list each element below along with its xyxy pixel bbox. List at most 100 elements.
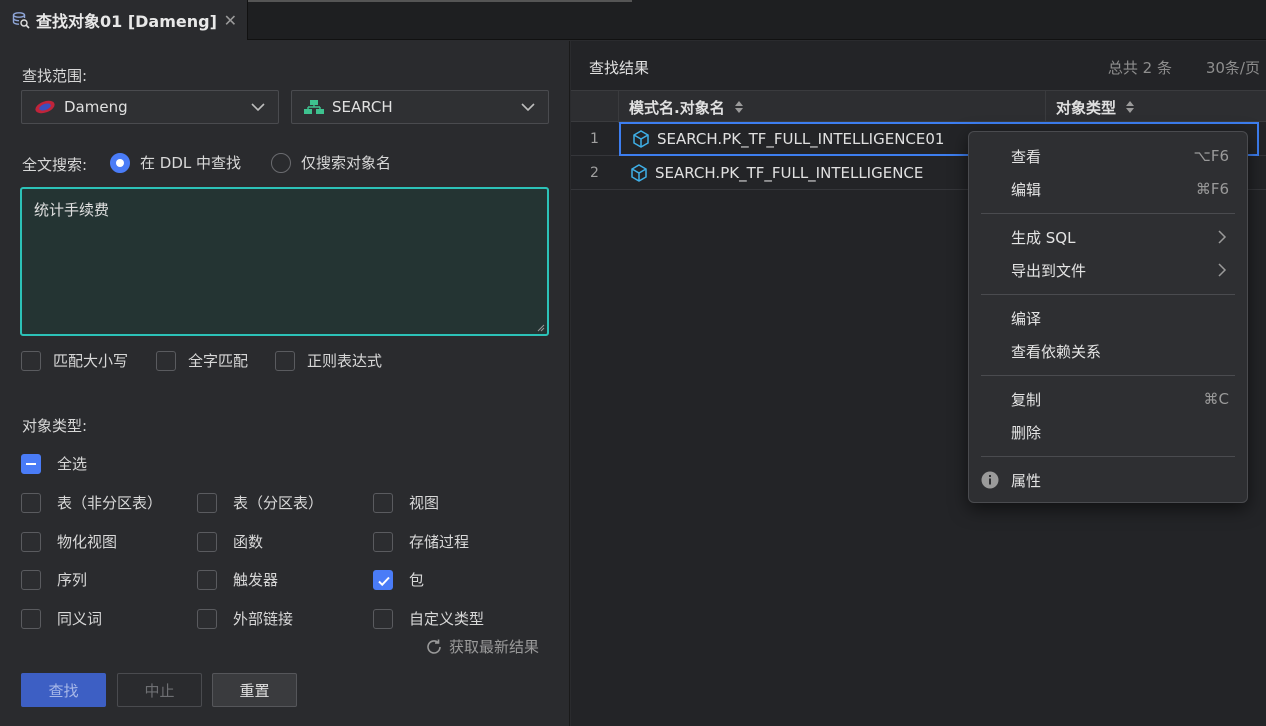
reset-button[interactable]: 重置 — [212, 673, 297, 707]
radio-search-ddl[interactable]: 在 DDL 中查找 — [110, 152, 241, 173]
menu-deps-label: 查看依赖关系 — [1011, 342, 1102, 361]
menu-export-label: 导出到文件 — [1011, 261, 1087, 280]
resize-grip-icon[interactable] — [535, 322, 545, 332]
radio-unchecked-icon — [271, 152, 291, 173]
radio-name-only[interactable]: 仅搜索对象名 — [271, 152, 391, 173]
menu-item-generate-sql[interactable]: 生成 SQL — [969, 222, 1247, 252]
menu-delete-label: 删除 — [1011, 423, 1042, 442]
checkbox-box — [197, 608, 217, 629]
results-table-header: 模式名.对象名 对象类型 — [571, 90, 1266, 123]
tab-divider — [248, 0, 632, 2]
radio-ddl-label: 在 DDL 中查找 — [140, 154, 241, 172]
menu-item-delete[interactable]: 删除 — [969, 417, 1247, 447]
type-checkbox[interactable]: 同义词 — [21, 608, 102, 629]
type-checkbox[interactable]: 外部链接 — [197, 608, 293, 629]
column-header-name[interactable]: 模式名.对象名 — [618, 91, 1045, 123]
menu-item-compile[interactable]: 编译 — [969, 303, 1247, 333]
datasource-select[interactable]: Dameng — [21, 90, 279, 124]
checkbox-box — [373, 531, 393, 552]
regex-checkbox[interactable]: 正则表达式 — [275, 350, 382, 371]
type-label: 表（非分区表） — [57, 494, 163, 512]
refresh-results-link[interactable]: 获取最新结果 — [425, 636, 539, 657]
checkbox-box — [197, 569, 217, 590]
type-checkbox[interactable]: 触发器 — [197, 569, 278, 590]
type-checkbox[interactable]: 函数 — [197, 531, 263, 552]
column-header-type[interactable]: 对象类型 — [1045, 91, 1266, 123]
type-checkbox[interactable]: 自定义类型 — [373, 608, 484, 629]
checkbox-box — [373, 492, 393, 513]
row-name-text: SEARCH.PK_TF_FULL_INTELLIGENCE — [655, 164, 924, 182]
stop-button[interactable]: 中止 — [117, 673, 202, 707]
results-total: 总共 2 条 — [1107, 59, 1172, 77]
menu-item-edit[interactable]: 编辑 ⌘F6 — [969, 174, 1247, 204]
sort-icon[interactable] — [733, 100, 745, 114]
page-size-select[interactable]: 30条/页 — [1206, 57, 1260, 78]
results-title: 查找结果 — [589, 59, 650, 77]
checkbox-box — [156, 350, 176, 371]
database-search-icon — [12, 12, 30, 29]
type-checkbox-package[interactable]: 包 — [373, 569, 424, 590]
type-label: 视图 — [409, 494, 440, 512]
whole-word-label: 全字匹配 — [188, 352, 249, 370]
menu-item-dependencies[interactable]: 查看依赖关系 — [969, 336, 1247, 366]
schema-select[interactable]: SEARCH — [291, 90, 549, 124]
search-query-input[interactable]: 统计手续费 — [20, 187, 549, 336]
menu-separator — [981, 456, 1235, 457]
tab-close-icon[interactable]: ✕ — [224, 11, 237, 30]
menu-item-copy[interactable]: 复制 ⌘C — [969, 384, 1247, 414]
menu-item-view[interactable]: 查看 ⌥F6 — [969, 141, 1247, 171]
object-type-label: 对象类型: — [22, 417, 88, 435]
type-label: 自定义类型 — [409, 610, 485, 628]
column-type-label: 对象类型 — [1056, 98, 1117, 117]
refresh-label: 获取最新结果 — [449, 638, 540, 656]
search-button[interactable]: 查找 — [21, 673, 106, 707]
checkbox-box — [21, 492, 41, 513]
row-number: 2 — [590, 165, 599, 181]
checkbox-box — [275, 350, 295, 371]
match-case-label: 匹配大小写 — [53, 352, 129, 370]
menu-separator — [981, 213, 1235, 214]
type-checkbox[interactable]: 表（分区表） — [197, 492, 323, 513]
menu-view-shortcut: ⌥F6 — [1193, 147, 1229, 165]
checkbox-box — [21, 350, 41, 371]
checkbox-box — [373, 608, 393, 629]
menu-edit-label: 编辑 — [1011, 180, 1042, 199]
column-name-label: 模式名.对象名 — [629, 98, 725, 117]
checkbox-box — [21, 608, 41, 629]
menu-item-export[interactable]: 导出到文件 — [969, 255, 1247, 285]
type-checkbox[interactable]: 存储过程 — [373, 531, 469, 552]
sort-icon[interactable] — [1124, 100, 1136, 114]
tab-title: 查找对象01 [Dameng] — [36, 12, 217, 31]
menu-item-properties[interactable]: 属性 — [969, 465, 1247, 495]
type-checkbox[interactable]: 物化视图 — [21, 531, 117, 552]
row-name-cell[interactable]: SEARCH.PK_TF_FULL_INTELLIGENCE — [619, 156, 923, 190]
type-label: 序列 — [57, 571, 88, 589]
match-case-checkbox[interactable]: 匹配大小写 — [21, 350, 128, 371]
chevron-right-icon — [1218, 230, 1227, 244]
package-cube-icon — [633, 130, 649, 148]
select-all-label: 全选 — [57, 455, 88, 473]
tab-find-objects[interactable]: 查找对象01 [Dameng] ✕ — [0, 0, 248, 40]
checkbox-box — [21, 531, 41, 552]
menu-gen-sql-label: 生成 SQL — [1011, 228, 1076, 247]
menu-edit-shortcut: ⌘F6 — [1195, 180, 1229, 198]
type-checkbox[interactable]: 序列 — [21, 569, 87, 590]
type-checkbox[interactable]: 视图 — [373, 492, 439, 513]
checkbox-box — [197, 531, 217, 552]
package-cube-icon — [631, 164, 647, 182]
type-label: 触发器 — [233, 571, 279, 589]
checkmark-icon — [373, 569, 393, 590]
type-checkbox[interactable]: 表（非分区表） — [21, 492, 162, 513]
type-label: 表（分区表） — [233, 494, 324, 512]
type-label: 存储过程 — [409, 533, 470, 551]
datasource-value: Dameng — [64, 98, 128, 116]
select-all-checkbox[interactable]: 全选 — [21, 453, 87, 474]
schema-icon — [304, 100, 324, 114]
indeterminate-icon — [21, 453, 41, 474]
menu-compile-label: 编译 — [1011, 309, 1042, 328]
whole-word-checkbox[interactable]: 全字匹配 — [156, 350, 248, 371]
type-label: 包 — [409, 571, 425, 589]
row-name-text: SEARCH.PK_TF_FULL_INTELLIGENCE01 — [657, 130, 945, 148]
context-menu: 查看 ⌥F6 编辑 ⌘F6 生成 SQL 导出到文件 编译 查看依赖关系 复制 … — [968, 131, 1248, 503]
radio-checked-icon — [110, 152, 130, 173]
